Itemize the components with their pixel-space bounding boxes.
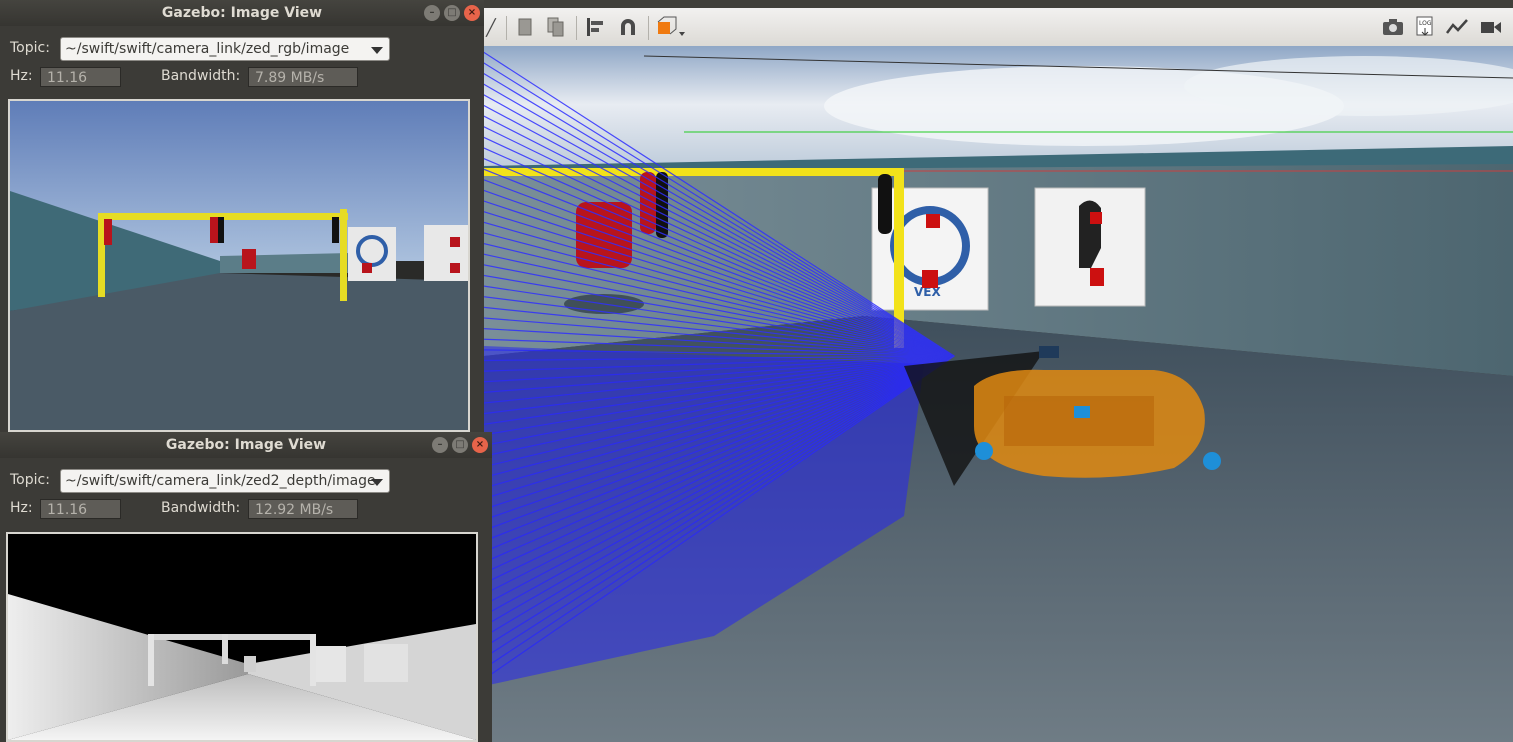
close-button[interactable]: × [464, 5, 480, 21]
depth-camera-image [8, 534, 476, 740]
toolbar-separator [506, 16, 507, 40]
rgb-camera-image [10, 101, 468, 430]
topic-value: ~/swift/swift/camera_link/zed_rgb/image [65, 41, 350, 57]
depth-image-display [6, 532, 478, 742]
image-view-window-rgb: – □ × Gazebo: Image View Topic: ~/swift/… [0, 0, 484, 432]
bandwidth-field: 12.92 MB/s [248, 499, 358, 519]
hz-field: 11.16 [40, 499, 121, 519]
bandwidth-label: Bandwidth: [161, 500, 241, 516]
toolbar-separator [576, 16, 577, 40]
topic-select[interactable]: ~/swift/swift/camera_link/zed_rgb/image [60, 37, 390, 61]
minimize-button[interactable]: – [432, 437, 448, 453]
maximize-button[interactable]: □ [452, 437, 468, 453]
window-title: Gazebo: Image View [161, 5, 323, 21]
bandwidth-label: Bandwidth: [161, 68, 241, 84]
gazebo-toolbar: ╱ LOG [470, 8, 1513, 47]
log-text: LOG [1419, 20, 1432, 27]
hz-field: 11.16 [40, 67, 121, 87]
scene-render: VEX [484, 46, 1513, 742]
view-angle-icon[interactable] [654, 16, 688, 38]
paste-icon[interactable] [544, 16, 568, 38]
bandwidth-field: 7.89 MB/s [248, 67, 358, 87]
topic-value: ~/swift/swift/camera_link/zed2_depth/ima… [65, 473, 376, 489]
close-button[interactable]: × [472, 437, 488, 453]
plot-icon[interactable] [1444, 16, 1470, 38]
chevron-down-icon [371, 47, 383, 54]
topic-select[interactable]: ~/swift/swift/camera_link/zed2_depth/ima… [60, 469, 390, 493]
screenshot-camera-icon[interactable] [1380, 16, 1406, 38]
window-title: Gazebo: Image View [165, 437, 327, 453]
toolbar-separator [648, 16, 649, 40]
window-titlebar[interactable]: – □ × Gazebo: Image View [0, 432, 492, 458]
image-view-window-depth: – □ × Gazebo: Image View Topic: ~/swift/… [0, 432, 492, 742]
maximize-button[interactable]: □ [444, 5, 460, 21]
magnet-icon[interactable] [616, 16, 640, 38]
hz-label: Hz: [10, 500, 33, 516]
topic-label: Topic: [10, 472, 50, 488]
rgb-image-display [8, 99, 470, 432]
red-buoy [576, 202, 632, 268]
align-icon[interactable] [584, 16, 608, 38]
video-record-icon[interactable] [1478, 16, 1504, 38]
hz-label: Hz: [10, 68, 33, 84]
log-icon[interactable]: LOG [1414, 16, 1436, 38]
minimize-button[interactable]: – [424, 5, 440, 21]
gate-crossbar [484, 168, 904, 176]
3d-viewport[interactable]: VEX [484, 46, 1513, 742]
window-titlebar[interactable]: – □ × Gazebo: Image View [0, 0, 484, 26]
gazebo-scene-area: ╱ LOG VEX [470, 0, 1513, 742]
copy-icon[interactable] [514, 16, 536, 38]
select-arrow-icon[interactable]: ╱ [484, 16, 498, 38]
topic-label: Topic: [10, 40, 50, 56]
chevron-down-icon [371, 479, 383, 486]
